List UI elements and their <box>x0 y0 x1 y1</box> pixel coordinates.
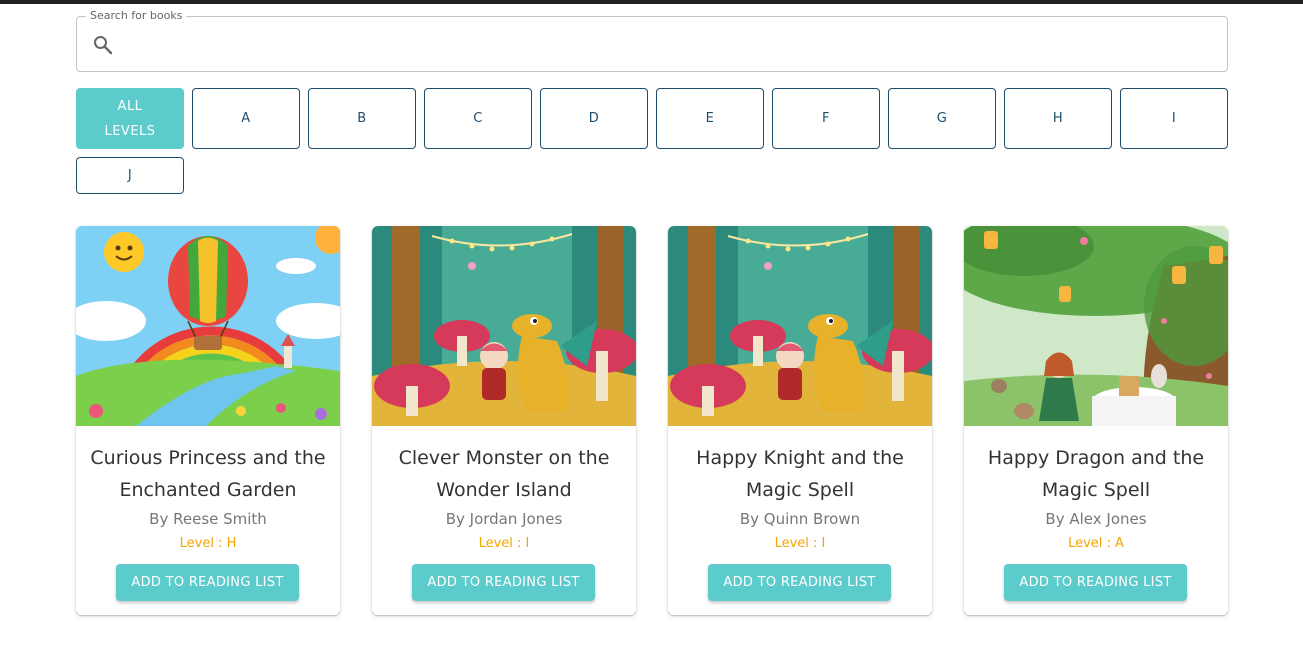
book-title: Curious Princess and the Enchanted Garde… <box>90 447 326 501</box>
book-title: Happy Knight and the Magic Spell <box>696 447 904 501</box>
book-title: Happy Dragon and the Magic Spell <box>987 447 1205 501</box>
book-author: By Jordan Jones <box>445 510 563 528</box>
search-input[interactable] <box>123 25 1213 63</box>
book-title: Clever Monster on the Wonder Island <box>398 447 610 501</box>
book-author: By Alex Jones <box>1045 510 1147 528</box>
add-to-reading-list-button[interactable]: ADD TO READING LIST <box>116 564 299 601</box>
book-card[interactable]: Happy Dragon and the Magic Spell By Alex… <box>964 226 1228 615</box>
book-level: Level : A <box>1068 536 1124 551</box>
book-cover-image <box>76 226 340 426</box>
book-cover-image <box>668 226 932 426</box>
search-field[interactable]: Search for books <box>76 9 1228 72</box>
add-to-reading-list-button[interactable]: ADD TO READING LIST <box>708 564 891 601</box>
book-card[interactable]: Clever Monster on the Wonder Island By J… <box>372 226 636 615</box>
level-filter-g[interactable]: G <box>888 88 996 149</box>
level-filter-e[interactable]: E <box>656 88 764 149</box>
level-filter-h[interactable]: H <box>1004 88 1112 149</box>
level-filter-f[interactable]: F <box>772 88 880 149</box>
level-filter-a[interactable]: A <box>192 88 300 149</box>
search-label: Search for books <box>86 9 187 23</box>
book-level: Level : H <box>179 536 237 551</box>
level-filter-i[interactable]: I <box>1120 88 1228 149</box>
level-filter-all[interactable]: ALL LEVELS <box>76 88 184 149</box>
book-author: By Reese Smith <box>149 510 267 528</box>
book-card[interactable]: Happy Knight and the Magic Spell By Quin… <box>668 226 932 615</box>
level-filter-c[interactable]: C <box>424 88 532 149</box>
book-card[interactable]: Curious Princess and the Enchanted Garde… <box>76 226 340 615</box>
add-to-reading-list-button[interactable]: ADD TO READING LIST <box>412 564 595 601</box>
level-filter-d[interactable]: D <box>540 88 648 149</box>
level-filter-all-label: ALL LEVELS <box>104 98 156 139</box>
add-to-reading-list-button[interactable]: ADD TO READING LIST <box>1004 564 1187 601</box>
book-cover-image <box>964 226 1228 426</box>
book-cover-image <box>372 226 636 426</box>
book-author: By Quinn Brown <box>739 510 861 528</box>
book-level: Level : I <box>774 536 826 551</box>
level-filter-b[interactable]: B <box>308 88 416 149</box>
search-icon <box>94 36 113 55</box>
top-app-bar-edge <box>0 0 1303 4</box>
level-filter-j[interactable]: J <box>76 157 184 194</box>
book-level: Level : I <box>478 536 530 551</box>
